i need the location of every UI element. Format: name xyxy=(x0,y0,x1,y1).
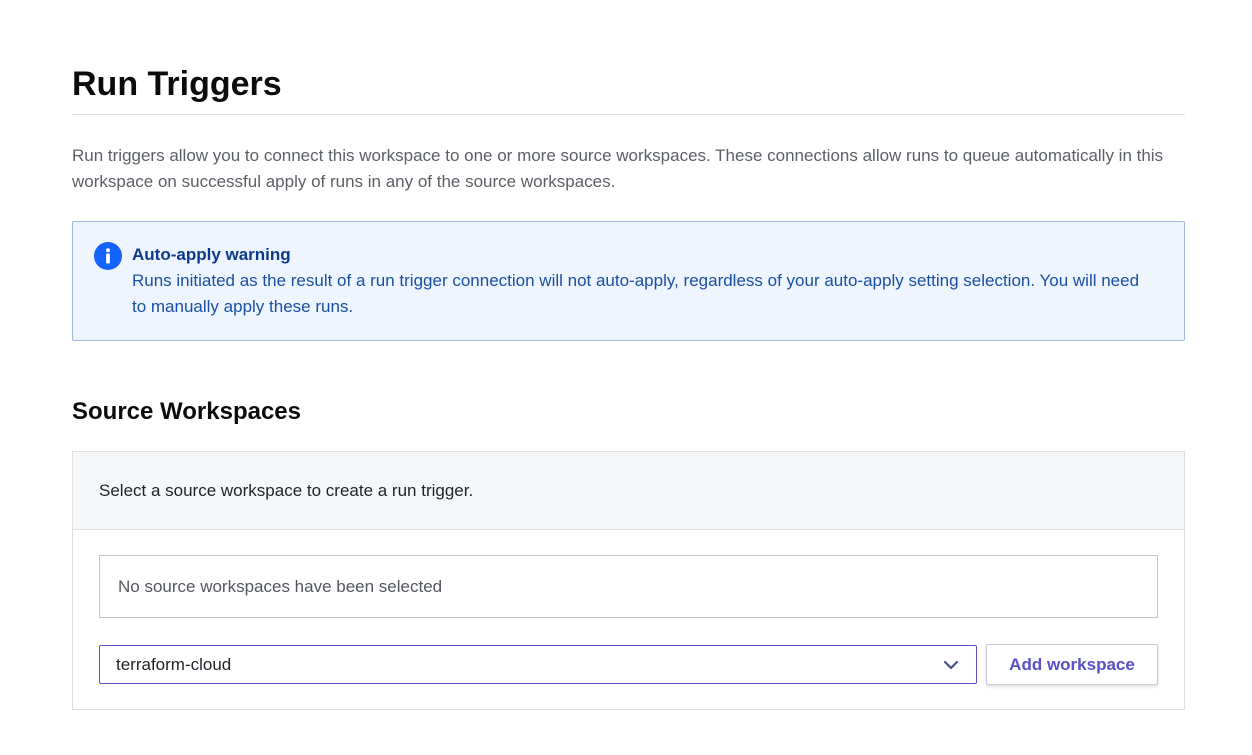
auto-apply-warning-alert: Auto-apply warning Runs initiated as the… xyxy=(72,221,1185,341)
add-workspace-controls: terraform-cloud Add workspace xyxy=(99,644,1158,685)
info-icon xyxy=(94,242,122,270)
empty-source-workspaces-message: No source workspaces have been selected xyxy=(99,555,1158,618)
workspace-select[interactable]: terraform-cloud xyxy=(99,645,977,684)
panel-body: No source workspaces have been selected … xyxy=(73,530,1184,685)
alert-body: Auto-apply warning Runs initiated as the… xyxy=(132,242,1154,320)
main-content: Run Triggers Run triggers allow you to c… xyxy=(72,62,1185,710)
alert-text: Runs initiated as the result of a run tr… xyxy=(132,271,1140,316)
alert-title: Auto-apply warning xyxy=(132,245,291,264)
chevron-down-icon xyxy=(942,656,960,674)
add-workspace-button[interactable]: Add workspace xyxy=(986,644,1158,685)
page-title: Run Triggers xyxy=(72,62,1185,115)
section-title-source-workspaces: Source Workspaces xyxy=(72,398,301,425)
workspace-select-value: terraform-cloud xyxy=(116,654,232,674)
page-description: Run triggers allow you to connect this w… xyxy=(72,146,1164,191)
source-workspaces-panel: Select a source workspace to create a ru… xyxy=(72,451,1185,710)
panel-header: Select a source workspace to create a ru… xyxy=(73,452,1184,530)
page: Run Triggers Run triggers allow you to c… xyxy=(0,0,1252,755)
